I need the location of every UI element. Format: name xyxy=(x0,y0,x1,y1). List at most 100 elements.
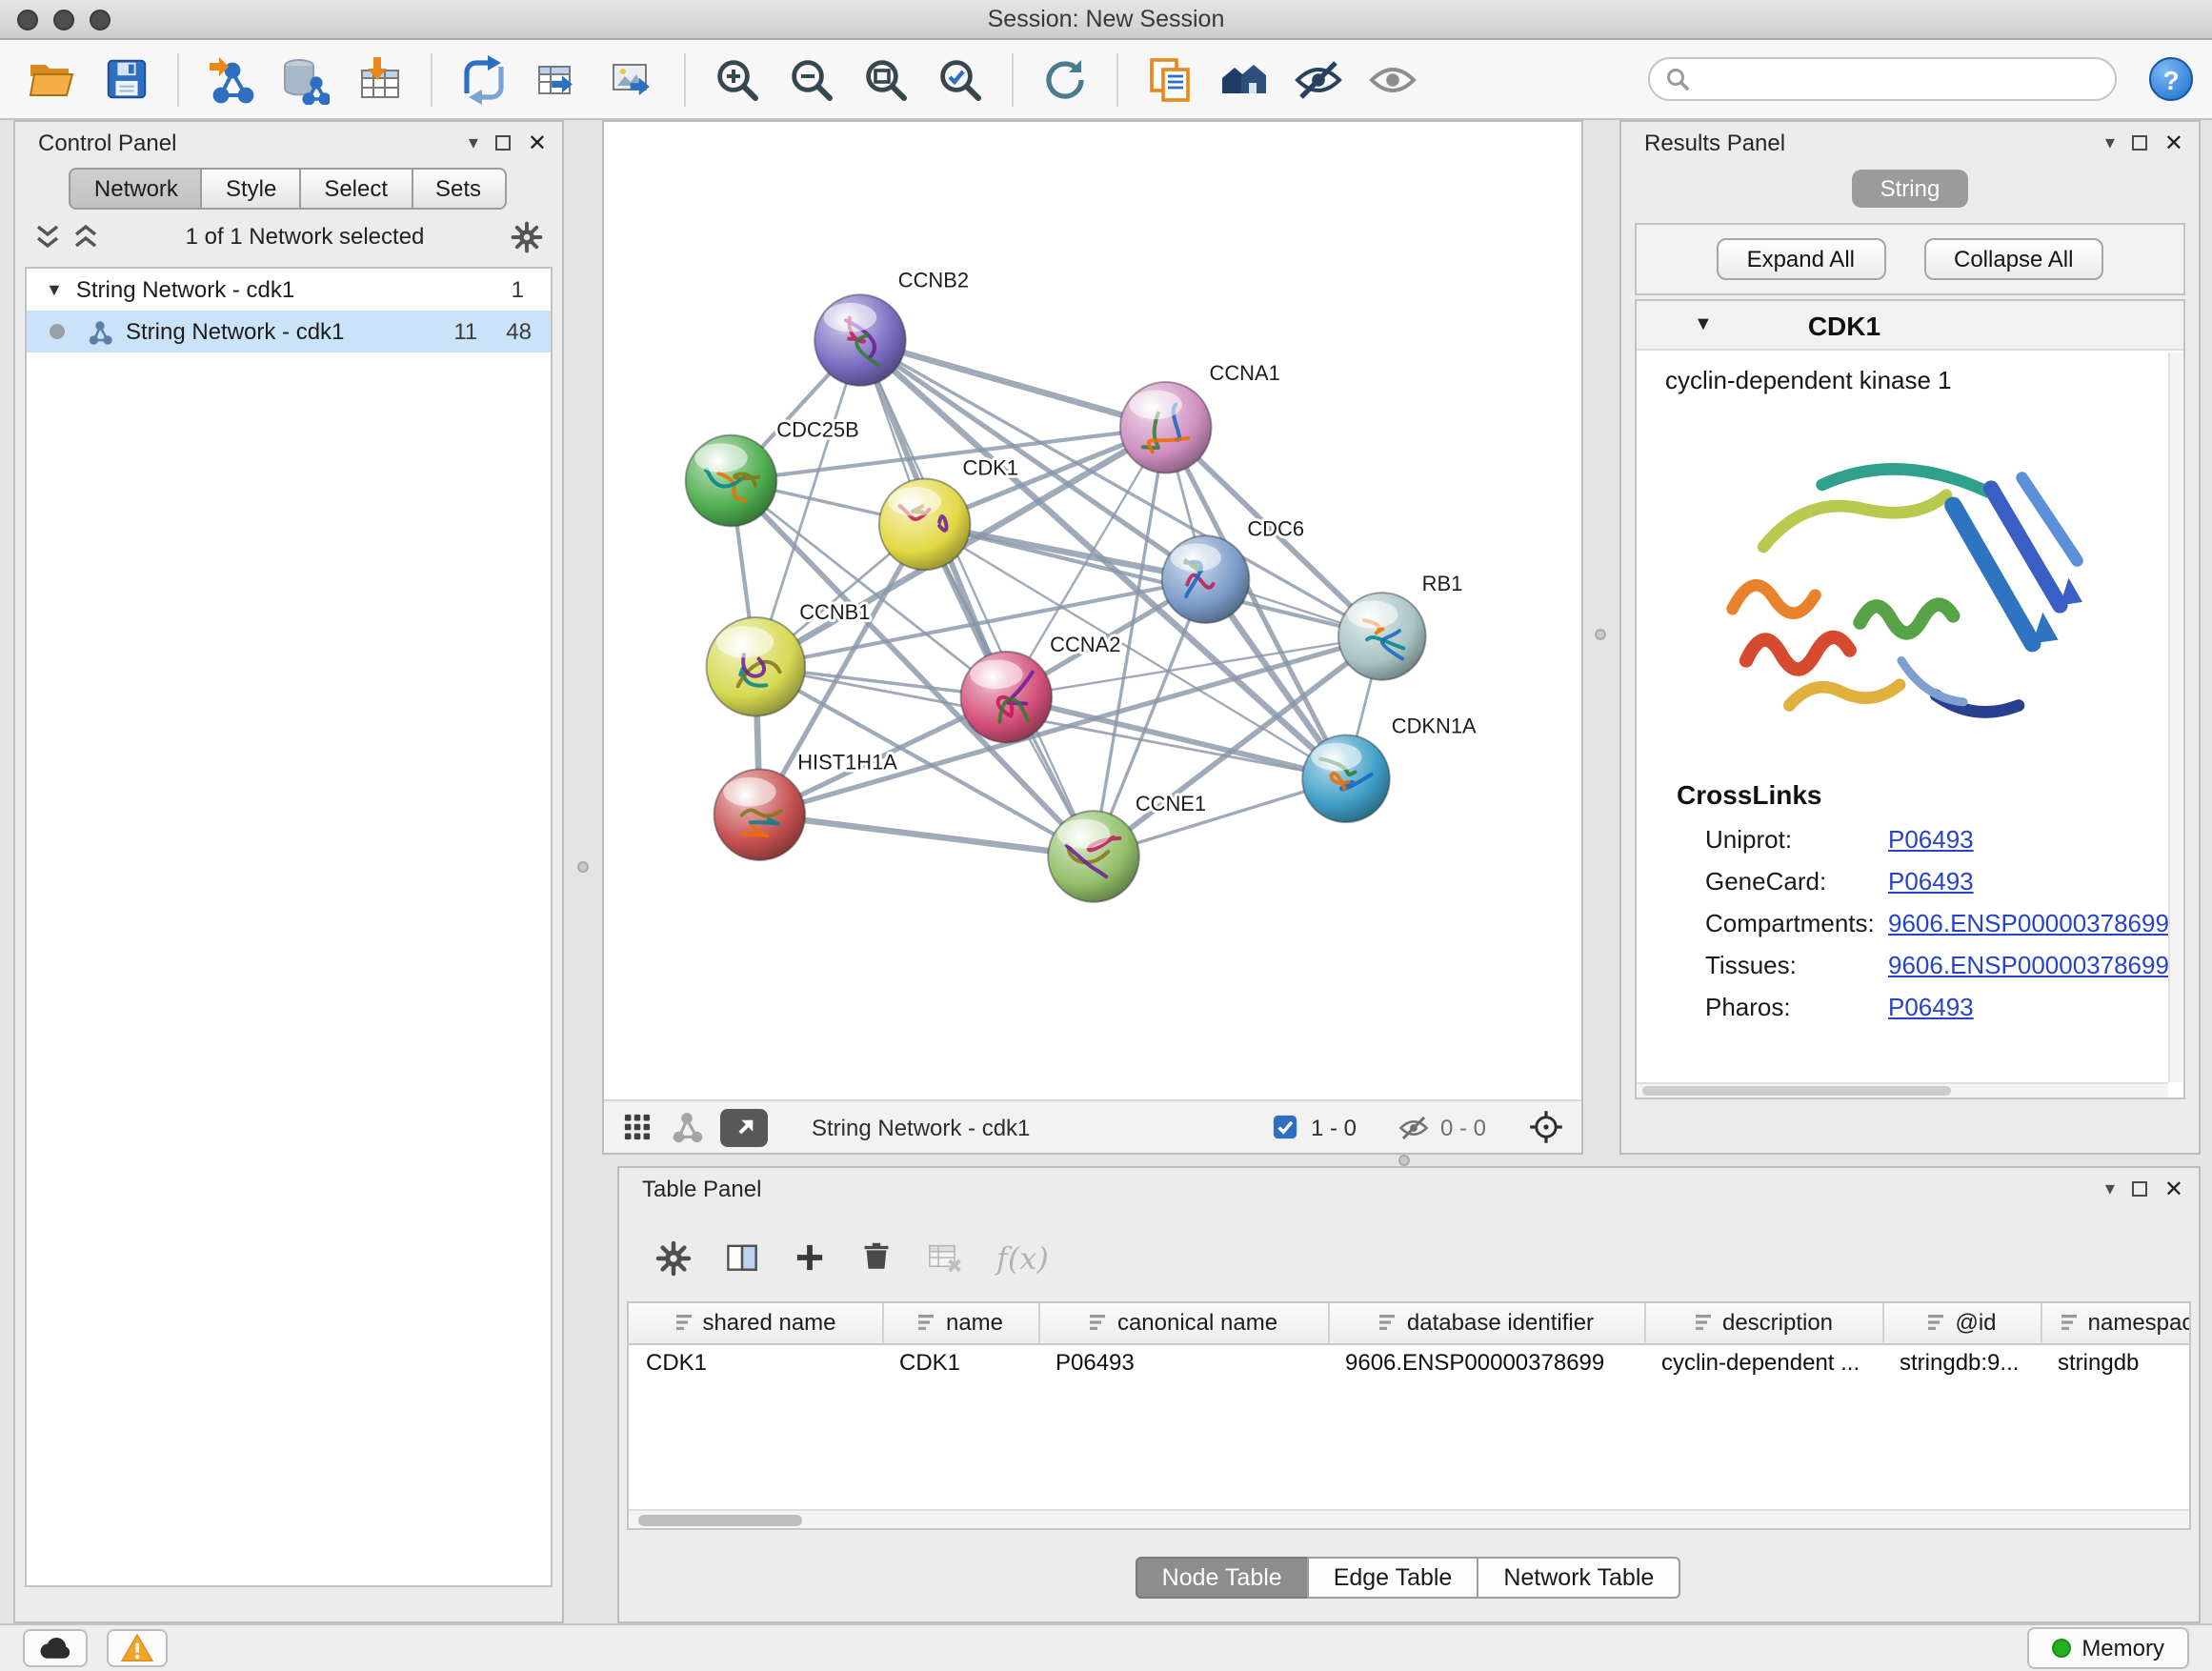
tab-network-table[interactable]: Network Table xyxy=(1477,1557,1680,1599)
disclosure-triangle-icon[interactable]: ▼ xyxy=(46,280,63,299)
export-table-button[interactable] xyxy=(526,49,591,110)
horizontal-scrollbar[interactable] xyxy=(1637,1082,2168,1097)
table-settings-button[interactable] xyxy=(655,1239,692,1276)
collapse-all-button[interactable]: Collapse All xyxy=(1923,238,2103,280)
cloud-status-button[interactable] xyxy=(23,1629,88,1667)
home-button[interactable] xyxy=(1212,49,1277,110)
function-builder-button[interactable]: f(x) xyxy=(996,1239,1049,1276)
zoom-in-button[interactable] xyxy=(705,49,770,110)
search-field[interactable] xyxy=(1648,57,2117,101)
table-cell[interactable]: cyclin-dependent ... xyxy=(1644,1343,1882,1381)
delete-table-button[interactable] xyxy=(926,1238,964,1277)
crosslink-link[interactable]: P06493 xyxy=(1888,993,1974,1021)
import-network-from-database-button[interactable] xyxy=(272,49,337,110)
crosslink-link[interactable]: 9606.ENSP00000378699 xyxy=(1888,909,2169,937)
grid-view-icon[interactable] xyxy=(621,1111,654,1143)
table-cell[interactable]: CDK1 xyxy=(629,1343,882,1381)
crosslink-link[interactable]: P06493 xyxy=(1888,825,1974,854)
hide-selected-button[interactable] xyxy=(1286,49,1351,110)
column-header[interactable]: @id xyxy=(1882,1303,2041,1343)
search-input[interactable] xyxy=(1701,66,2100,92)
string-tab[interactable]: String xyxy=(1852,170,1969,208)
close-panel-icon[interactable]: ✕ xyxy=(2164,130,2183,156)
scrollbar-thumb[interactable] xyxy=(1642,1086,1951,1096)
close-panel-icon[interactable]: ✕ xyxy=(528,130,547,156)
collapse-all-icon[interactable] xyxy=(72,223,99,250)
table-cell[interactable]: stringdb xyxy=(2041,1343,2191,1381)
column-header[interactable]: database identifier xyxy=(1328,1303,1644,1343)
table-cell[interactable]: stringdb:9... xyxy=(1882,1343,2041,1381)
expand-all-icon[interactable] xyxy=(34,223,61,250)
scrollbar-thumb[interactable] xyxy=(638,1515,802,1526)
help-button[interactable]: ? xyxy=(2149,57,2193,101)
protein-section-header[interactable]: ▼ CDK1 xyxy=(1637,301,2183,351)
network-overview-icon[interactable] xyxy=(671,1111,703,1143)
new-network-from-selection-button[interactable] xyxy=(452,49,516,110)
table-row[interactable]: CDK1 CDK1 P06493 9606.ENSP00000378699 cy… xyxy=(629,1343,2191,1381)
network-node-ccna1[interactable]: CCNA1 xyxy=(1120,361,1280,473)
export-image-button[interactable] xyxy=(600,49,665,110)
column-header[interactable]: shared name xyxy=(629,1303,882,1343)
network-canvas[interactable]: CCNB2CCNA1CDC25BCDK1CDC6RB1CCNB1CCNA2CDK… xyxy=(604,122,1581,1099)
tab-node-table[interactable]: Node Table xyxy=(1136,1557,1309,1599)
tab-sets[interactable]: Sets xyxy=(411,168,506,210)
expand-all-button[interactable]: Expand All xyxy=(1717,238,1885,280)
detach-view-button[interactable] xyxy=(720,1108,768,1146)
network-row-selected[interactable]: String Network - cdk1 11 48 xyxy=(27,311,551,352)
close-window-button[interactable] xyxy=(17,10,38,30)
network-edge[interactable] xyxy=(860,340,1094,856)
vertical-scrollbar[interactable] xyxy=(2168,352,2183,1082)
close-panel-icon[interactable]: ✕ xyxy=(2164,1176,2183,1202)
network-node-cdc6[interactable]: CDC6 xyxy=(1162,516,1304,623)
float-panel-icon[interactable] xyxy=(2132,135,2147,151)
import-table-from-file-button[interactable] xyxy=(347,49,412,110)
tab-style[interactable]: Style xyxy=(201,168,301,210)
collapse-section-icon[interactable]: ▼ xyxy=(1637,314,1713,335)
warnings-button[interactable] xyxy=(107,1629,168,1667)
network-node-ccnb1[interactable]: CCNB1 xyxy=(707,600,871,716)
minimize-window-button[interactable] xyxy=(53,10,74,30)
tab-edge-table[interactable]: Edge Table xyxy=(1307,1557,1479,1599)
show-all-button[interactable] xyxy=(1360,49,1425,110)
hidden-eye-icon[interactable] xyxy=(1398,1112,1429,1142)
splitter-handle[interactable] xyxy=(577,861,589,873)
horizontal-scrollbar[interactable] xyxy=(629,1509,2189,1528)
save-session-button[interactable] xyxy=(93,49,158,110)
zoom-out-button[interactable] xyxy=(779,49,844,110)
crosslink-link[interactable]: P06493 xyxy=(1888,867,1974,896)
zoom-selected-button[interactable] xyxy=(928,49,993,110)
crosslink-link[interactable]: 9606.ENSP00000378699 xyxy=(1888,951,2169,979)
import-network-from-file-button[interactable] xyxy=(198,49,263,110)
apply-layout-button[interactable] xyxy=(1033,49,1097,110)
table-cell[interactable]: P06493 xyxy=(1038,1343,1328,1381)
panel-menu-icon[interactable]: ▾ xyxy=(469,132,478,153)
network-node-cdk1[interactable]: CDK1 xyxy=(879,456,1018,571)
column-header[interactable]: name xyxy=(882,1303,1038,1343)
float-panel-icon[interactable] xyxy=(2132,1181,2147,1197)
table-cell[interactable]: CDK1 xyxy=(882,1343,1038,1381)
column-header[interactable]: description xyxy=(1644,1303,1882,1343)
panel-menu-icon[interactable]: ▾ xyxy=(2105,1178,2115,1199)
tab-network[interactable]: Network xyxy=(70,168,203,210)
selected-checkbox-icon[interactable] xyxy=(1271,1113,1299,1141)
table-cell[interactable]: 9606.ENSP00000378699 xyxy=(1328,1343,1644,1381)
splitter-handle[interactable] xyxy=(1595,629,1606,640)
tab-select[interactable]: Select xyxy=(299,168,412,210)
create-column-button[interactable] xyxy=(793,1240,827,1275)
crosshair-icon[interactable] xyxy=(1528,1109,1564,1145)
network-node-rb1[interactable]: RB1 xyxy=(1338,572,1462,680)
delete-column-button[interactable] xyxy=(859,1240,894,1275)
open-session-button[interactable] xyxy=(19,49,84,110)
zoom-fit-button[interactable] xyxy=(854,49,918,110)
column-header[interactable]: namespac xyxy=(2041,1303,2191,1343)
memory-button[interactable]: Memory xyxy=(2026,1627,2189,1669)
gear-icon[interactable] xyxy=(511,220,543,252)
maximize-window-button[interactable] xyxy=(90,10,111,30)
network-node-hist1h1a[interactable]: HIST1H1A xyxy=(714,750,898,860)
column-header[interactable]: canonical name xyxy=(1038,1303,1328,1343)
float-panel-icon[interactable] xyxy=(495,135,511,151)
show-columns-button[interactable] xyxy=(724,1239,760,1276)
network-node-cdkn1a[interactable]: CDKN1A xyxy=(1302,714,1477,822)
copy-button[interactable] xyxy=(1137,49,1202,110)
network-node-ccnb2[interactable]: CCNB2 xyxy=(814,268,969,386)
